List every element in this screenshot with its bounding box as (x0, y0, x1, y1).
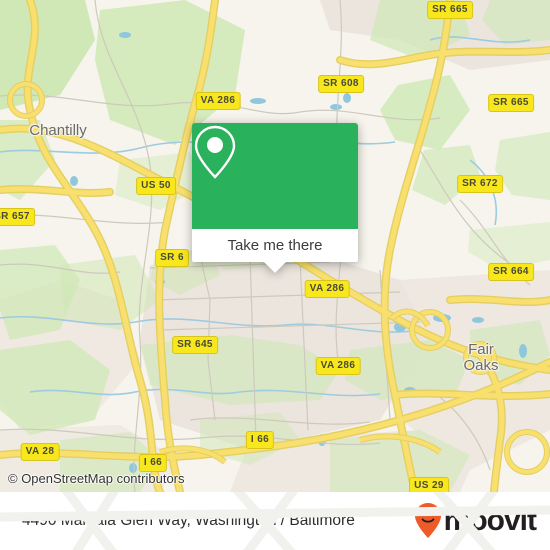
place-label: Fair Oaks (463, 341, 499, 374)
road-shield[interactable]: VA 286 (195, 92, 241, 110)
moovit-logo[interactable]: moovit (413, 502, 537, 540)
road-shield[interactable]: US 29 (409, 477, 449, 492)
moovit-wordmark: moovit (443, 504, 537, 537)
road-shield[interactable]: SR 657 (0, 208, 35, 226)
road-shield[interactable]: VA 286 (304, 280, 350, 298)
popup-tail (264, 262, 286, 273)
road-shield[interactable]: VA 286 (315, 357, 361, 375)
road-shield[interactable]: SR 608 (318, 75, 364, 93)
road-shield[interactable]: SR 664 (488, 263, 534, 281)
footer-bar: 4490 Marsala Glen Way, Washington / Balt… (0, 492, 550, 550)
road-shield[interactable]: SR 665 (427, 1, 473, 19)
road-shield[interactable]: SR 6 (155, 249, 189, 267)
road-shield[interactable]: SR 665 (488, 94, 534, 112)
osm-attribution[interactable]: © OpenStreetMap contributors (8, 471, 185, 486)
road-shield[interactable]: SR 672 (457, 175, 503, 193)
location-popup[interactable]: Take me there (192, 123, 358, 273)
place-label: Chantilly (29, 122, 87, 139)
road-shield[interactable]: US 50 (136, 177, 176, 195)
map-pin-icon (194, 125, 236, 179)
road-shield[interactable]: I 66 (138, 454, 168, 472)
road-shield[interactable]: VA 28 (20, 443, 60, 461)
moovit-smiley-pin-icon (414, 503, 441, 538)
road-shield[interactable]: I 66 (245, 431, 275, 449)
address-label: 4490 Marsala Glen Way, Washington / Balt… (22, 512, 355, 529)
take-me-there-button[interactable]: Take me there (192, 229, 358, 262)
map-canvas[interactable]: SR 665 SR 608 VA 286 SR 665 US 50 SR 672 SR 65… (0, 0, 550, 492)
road-shield[interactable]: SR 645 (172, 336, 218, 354)
map-screenshot: SR 665 SR 608 VA 286 SR 665 US 50 SR 672 SR 65… (0, 0, 550, 550)
popup-header (192, 123, 358, 229)
